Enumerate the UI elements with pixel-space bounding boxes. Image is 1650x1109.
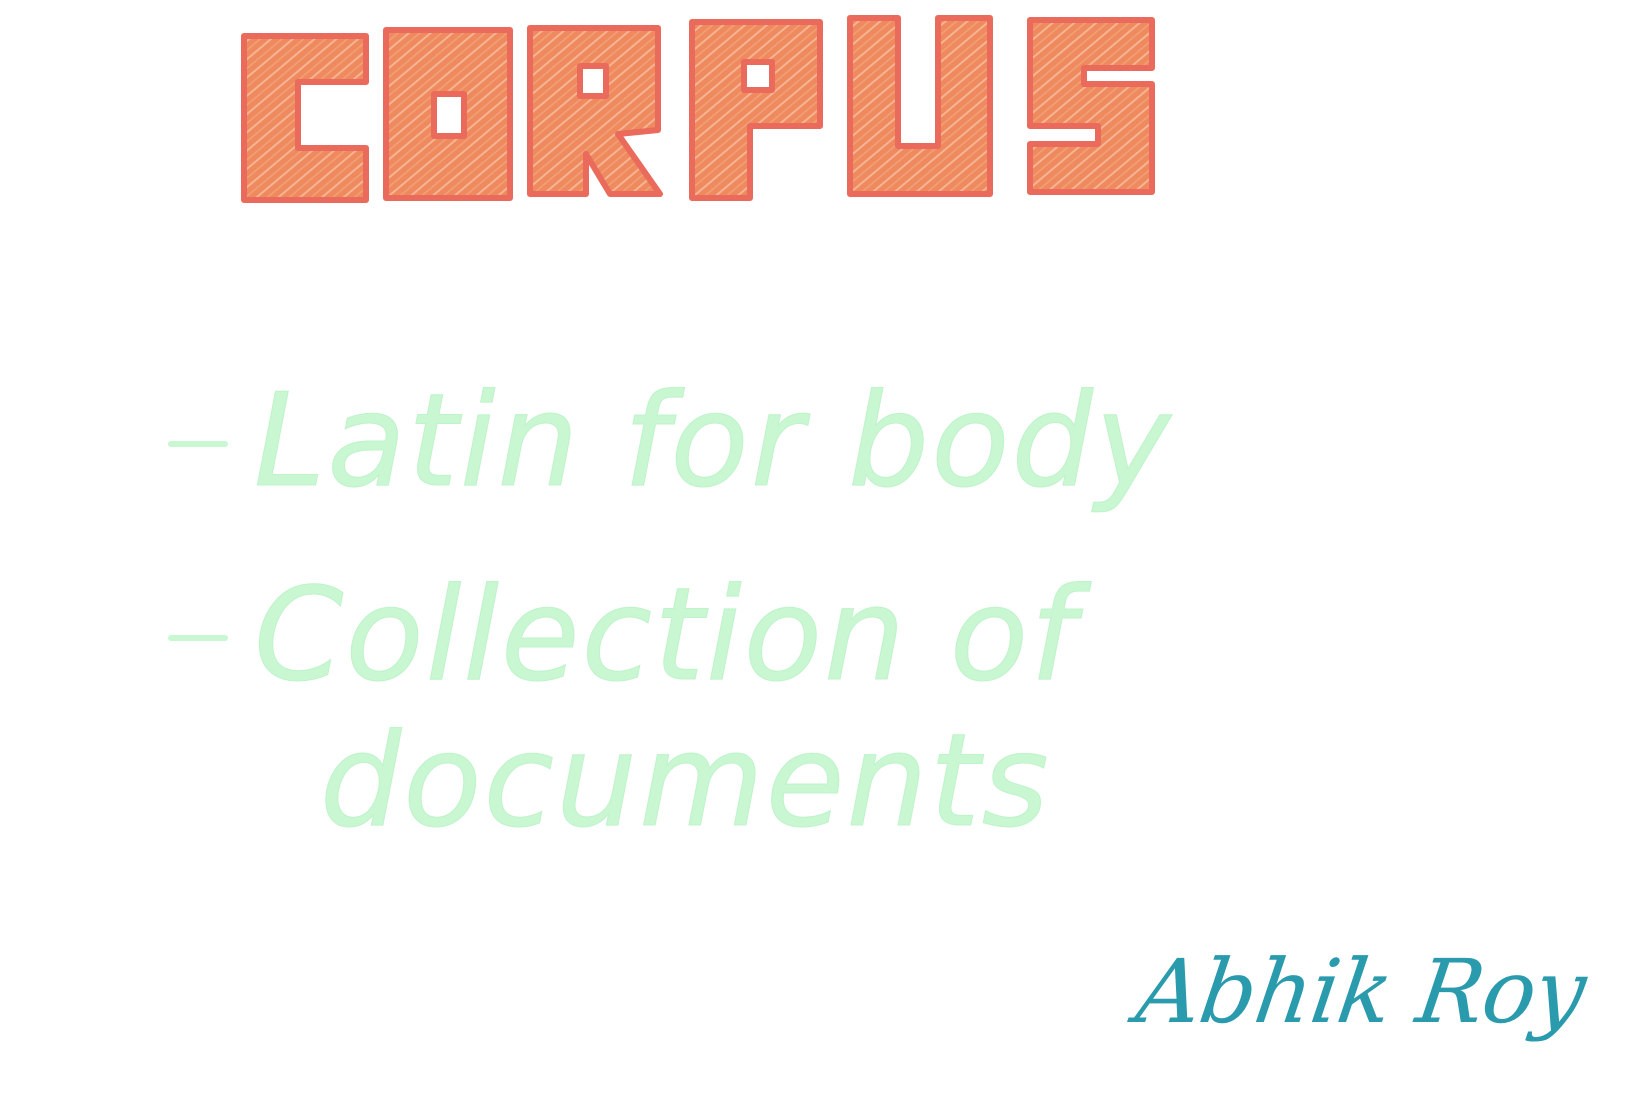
dash-icon [168, 634, 228, 641]
page-title [238, 8, 1230, 218]
bullet-item: Latin for body [168, 377, 1173, 506]
dash-icon [168, 440, 228, 447]
bullet-text-continuation: documents [320, 707, 1051, 856]
signature: Abhik Roy [1130, 940, 1592, 1043]
bullet-text: Collection of [253, 561, 1078, 710]
title-letters [241, 15, 1155, 203]
bullet-text: Latin for body [254, 367, 1173, 516]
bullet-item: Collection of [168, 571, 1077, 700]
